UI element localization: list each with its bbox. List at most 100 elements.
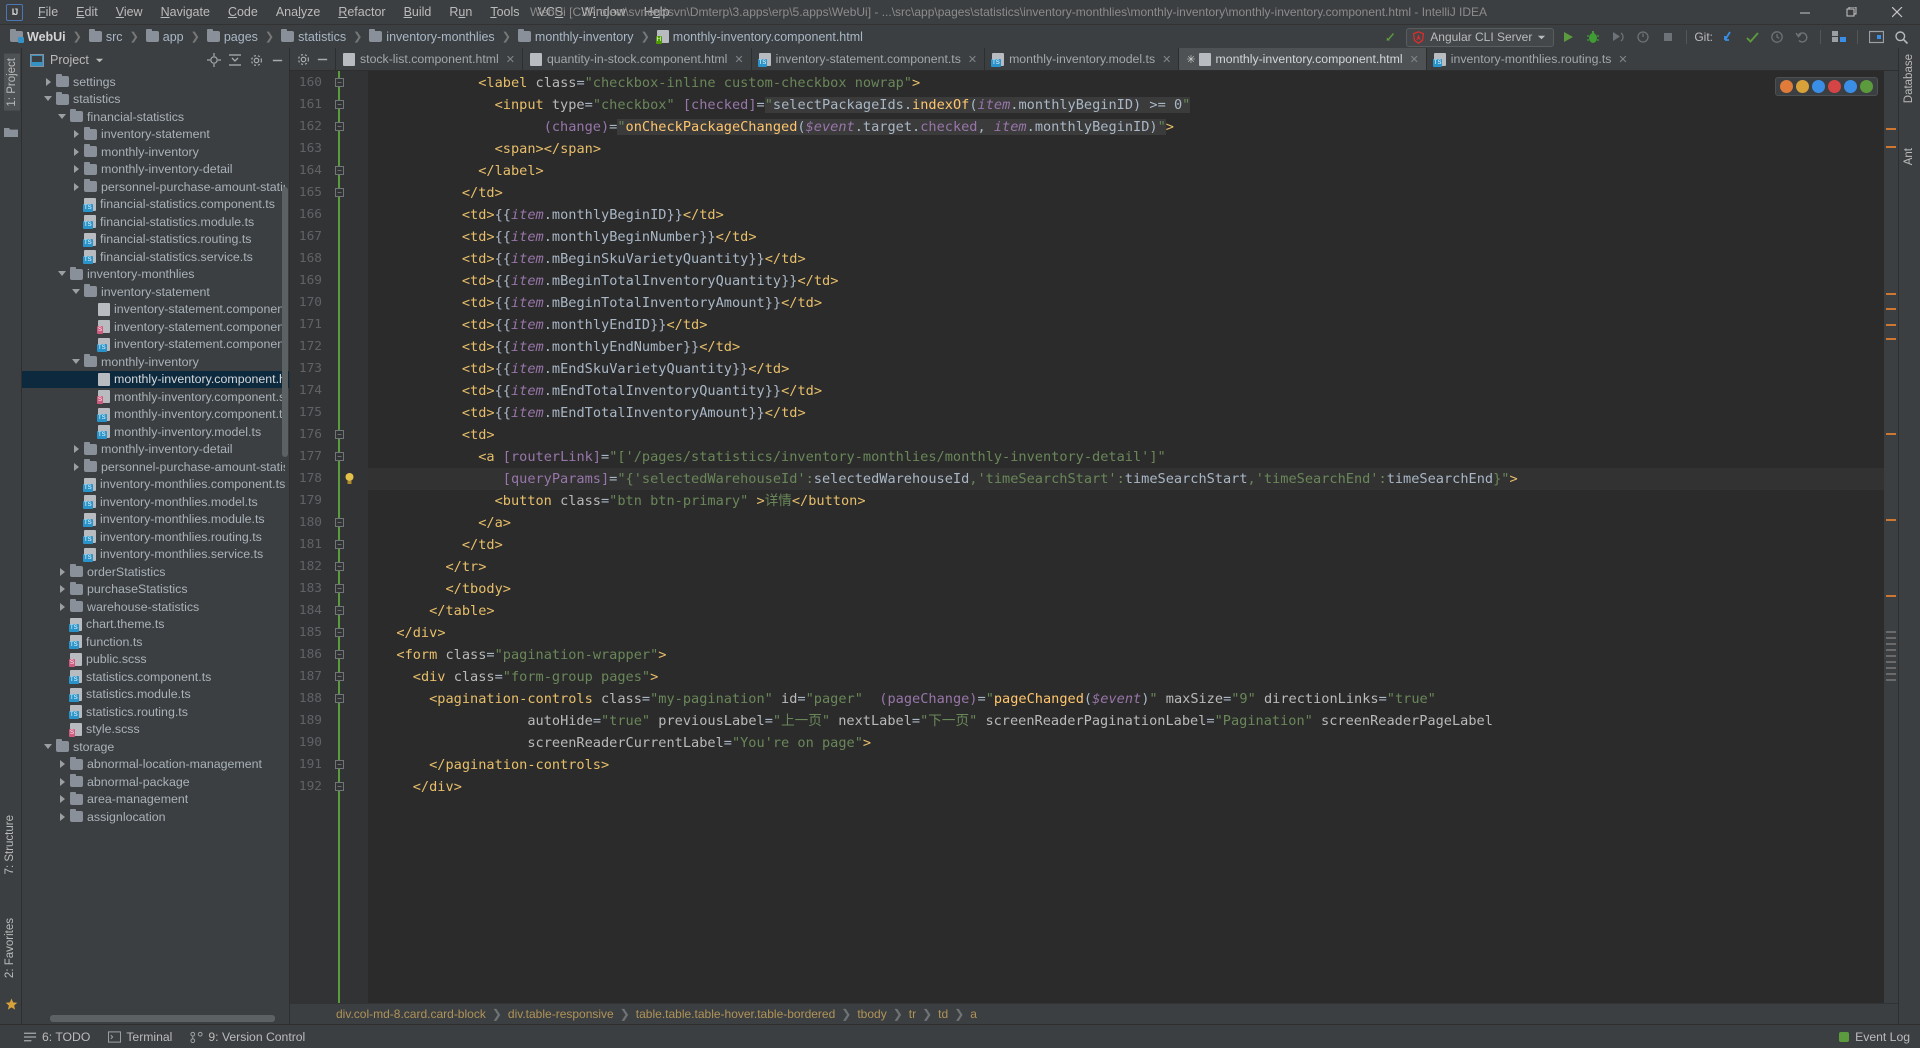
collapse-all-icon[interactable]	[227, 52, 243, 68]
close-button[interactable]	[1874, 0, 1920, 24]
inspection-widget[interactable]	[1775, 77, 1878, 96]
code-line[interactable]: </pagination-controls>	[380, 754, 609, 776]
code-line[interactable]: <td>{{item.mEndTotalInventoryAmount}}</t…	[380, 402, 806, 424]
editor-breadcrumb-item[interactable]: div.col-md-8.card.card-block	[336, 1007, 486, 1021]
code-line[interactable]: screenReaderCurrentLabel="You're on page…	[380, 732, 871, 754]
breadcrumb-item-pages[interactable]: pages	[205, 29, 260, 45]
code-line[interactable]: <td>{{item.mBeginTotalInventoryQuantity}…	[380, 270, 839, 292]
bottom-tool-strip[interactable]: 6: TODO Terminal 9: Version Control Even…	[0, 1024, 1920, 1048]
tree-node[interactable]: function.ts	[22, 633, 289, 651]
folder-rail-icon[interactable]	[4, 126, 18, 138]
fold-close-icon[interactable]: −	[335, 122, 344, 131]
tree-node[interactable]: monthly-inventory.component.html	[22, 370, 289, 388]
error-stripe-mark[interactable]	[1886, 324, 1896, 326]
code-line[interactable]: <form class="pagination-wrapper">	[380, 644, 666, 666]
tree-node[interactable]: inventory-monthlies.model.ts	[22, 493, 289, 511]
project-tree-vscrollbar[interactable]	[282, 187, 288, 457]
menu-item-navigate[interactable]: Navigate	[152, 3, 219, 21]
code-line[interactable]: <td>{{item.monthlyBeginNumber}}</td>	[380, 226, 757, 248]
error-stripe-mark[interactable]	[1886, 667, 1896, 669]
tree-open-arrow-icon[interactable]	[44, 94, 54, 104]
tree-node[interactable]: inventory-monthlies.module.ts	[22, 511, 289, 529]
tree-closed-arrow-icon[interactable]	[58, 759, 68, 769]
code-line[interactable]: </a>	[380, 512, 511, 534]
editor-tab-inventory-statement-component-ts[interactable]: inventory-statement.component.ts ✕	[750, 48, 984, 70]
tree-node[interactable]: personnel-purchase-amount-statistics	[22, 178, 289, 196]
tree-open-arrow-icon[interactable]	[72, 357, 82, 367]
tree-node[interactable]: inventory-statement	[22, 126, 289, 144]
locate-icon[interactable]	[206, 52, 222, 68]
tree-node[interactable]: monthly-inventory.component.scss	[22, 388, 289, 406]
fold-close-icon[interactable]: −	[335, 518, 344, 527]
tree-node[interactable]: financial-statistics	[22, 108, 289, 126]
tree-node[interactable]: financial-statistics.component.ts	[22, 196, 289, 214]
tree-node[interactable]: inventory-monthlies.service.ts	[22, 546, 289, 564]
tree-node[interactable]: abnormal-package	[22, 773, 289, 791]
tree-node[interactable]: inventory-statement.component.html	[22, 301, 289, 319]
sidebar-tab-structure[interactable]: 7: Structure	[4, 815, 16, 874]
code-line[interactable]: <pagination-controls class="my-paginatio…	[380, 688, 1436, 710]
fold-close-icon[interactable]: −	[335, 540, 344, 549]
tree-closed-arrow-icon[interactable]	[44, 77, 54, 87]
tree-closed-arrow-icon[interactable]	[58, 794, 68, 804]
event-log-button[interactable]: Event Log	[1838, 1030, 1910, 1044]
editor-error-stripe[interactable]	[1884, 71, 1898, 1003]
editor-breadcrumb-item[interactable]: a	[970, 1007, 977, 1021]
stop-button[interactable]	[1657, 26, 1679, 48]
menu-item-tools[interactable]: Tools	[481, 3, 528, 21]
editor-breadcrumb[interactable]: div.col-md-8.card.card-block ❯ div.table-r…	[290, 1003, 1898, 1024]
code-line[interactable]: <a [routerLink]="['/pages/statistics/inv…	[380, 446, 1166, 468]
editor-tab-stock-list-component-html[interactable]: stock-list.component.html ✕	[335, 48, 522, 70]
structure-icon[interactable]	[1828, 26, 1850, 48]
code-line[interactable]: <td>{{item.monthlyEndID}}</td>	[380, 314, 708, 336]
tree-node[interactable]: statistics.routing.ts	[22, 703, 289, 721]
breadcrumb-item-webui[interactable]: WebUi	[8, 29, 68, 45]
fold-open-icon[interactable]: −	[335, 78, 344, 87]
tree-closed-arrow-icon[interactable]	[72, 164, 82, 174]
editor-breadcrumb-item[interactable]: table.table.table-hover.table-bordered	[636, 1007, 835, 1021]
error-stripe-mark[interactable]	[1886, 643, 1896, 645]
editor-tab-tools[interactable]	[290, 48, 335, 70]
tree-closed-arrow-icon[interactable]	[58, 584, 68, 594]
tree-node[interactable]: warehouse-statistics	[22, 598, 289, 616]
fold-open-icon[interactable]: −	[335, 694, 344, 703]
bottom-tool-terminal[interactable]: Terminal	[108, 1030, 172, 1044]
update-project-icon[interactable]	[1716, 26, 1738, 48]
tree-node[interactable]: inventory-monthlies.routing.ts	[22, 528, 289, 546]
breadcrumb-item-src[interactable]: src	[87, 29, 125, 45]
code-line[interactable]: </table>	[380, 600, 494, 622]
code-line[interactable]: <td>{{item.mBeginTotalInventoryAmount}}<…	[380, 292, 822, 314]
profile-button[interactable]	[1632, 26, 1654, 48]
tree-node[interactable]: purchaseStatistics	[22, 581, 289, 599]
run-configuration-selector[interactable]: Angular CLI Server	[1406, 27, 1555, 47]
close-tab-icon[interactable]: ✕	[1618, 53, 1627, 66]
code-line[interactable]: <button class="btn btn-primary" >详情</but…	[380, 490, 866, 512]
editor-tab-quantity-in-stock-component-html[interactable]: quantity-in-stock.component.html ✕	[521, 48, 751, 70]
fold-open-icon[interactable]: −	[335, 650, 344, 659]
code-content[interactable]: <label class="checkbox-inline custom-che…	[368, 71, 1898, 1003]
tree-closed-arrow-icon[interactable]	[58, 777, 68, 787]
project-tree[interactable]: settings statistics financial-statistics in…	[22, 72, 289, 1024]
breadcrumb-item-inventory-monthlies[interactable]: inventory-monthlies	[367, 29, 496, 45]
tree-closed-arrow-icon[interactable]	[72, 129, 82, 139]
tree-node[interactable]: personnel-purchase-amount-statistics	[22, 458, 289, 476]
editor-tab-monthly-inventory-model-ts[interactable]: monthly-inventory.model.ts ✕	[984, 48, 1178, 70]
project-tree-hscrollbar[interactable]	[50, 1015, 275, 1022]
sidebar-tab-project[interactable]: 1: Project	[4, 54, 20, 111]
project-panel-tools[interactable]	[206, 52, 285, 68]
tree-node[interactable]: orderStatistics	[22, 563, 289, 581]
fold-close-icon[interactable]: −	[335, 584, 344, 593]
error-stripe-mark[interactable]	[1886, 637, 1896, 639]
terminal-icon[interactable]	[1865, 26, 1887, 48]
breadcrumb[interactable]: WebUi ❯ src ❯ app ❯ pages ❯ statistics ❯ inventory…	[8, 29, 865, 45]
fold-close-icon[interactable]: −	[335, 166, 344, 175]
code-line[interactable]: </td>	[380, 182, 503, 204]
minimize-button[interactable]	[1782, 0, 1828, 24]
fold-open-icon[interactable]: −	[335, 100, 344, 109]
fold-close-icon[interactable]: −	[335, 606, 344, 615]
tree-node[interactable]: assignlocation	[22, 808, 289, 826]
tree-node[interactable]: abnormal-location-management	[22, 756, 289, 774]
tree-closed-arrow-icon[interactable]	[72, 462, 82, 472]
code-line[interactable]: [queryParams]="{'selectedWarehouseId':se…	[380, 468, 1518, 490]
menu-item-build[interactable]: Build	[395, 3, 441, 21]
